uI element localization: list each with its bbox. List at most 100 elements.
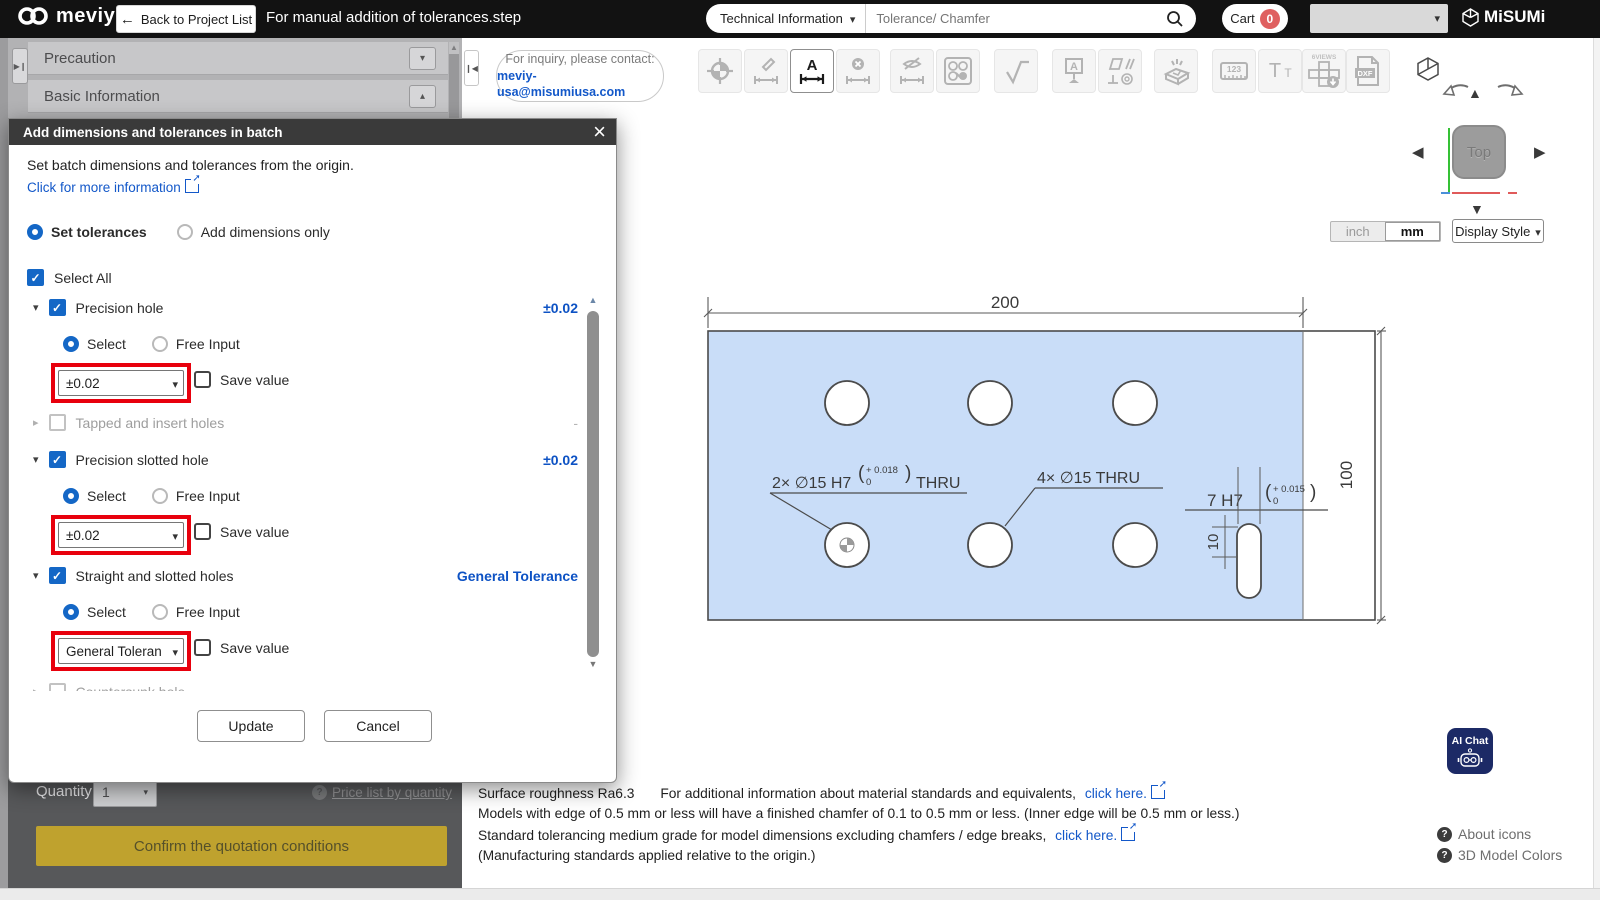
surface-finish-icon-button[interactable] <box>1154 49 1198 93</box>
select-radio[interactable] <box>63 336 79 352</box>
eye-slash-dimension-icon <box>897 56 927 86</box>
scroll-down-arrow[interactable]: ▼ <box>586 659 600 669</box>
ai-chat-button[interactable]: AI Chat <box>1447 728 1493 774</box>
height-dimension-lines[interactable] <box>1377 327 1386 624</box>
about-icons-help[interactable]: ? About icons <box>1437 826 1531 842</box>
material-standards-link[interactable]: click here. <box>1085 786 1147 801</box>
datum-symbol-icon-button[interactable]: A <box>1052 49 1096 93</box>
search-category-dropdown[interactable]: Technical Information <box>706 4 866 33</box>
edit-dimension-icon-button[interactable] <box>744 49 788 93</box>
origin-marker-icon <box>840 538 854 552</box>
vertical-scrollbar[interactable] <box>1593 38 1600 888</box>
scroll-up-arrow[interactable]: ▲ <box>449 42 459 54</box>
hole-top-3[interactable] <box>1113 381 1157 425</box>
delete-dimension-icon-button[interactable] <box>836 49 880 93</box>
inquiry-email-link[interactable]: meviy-usa@misumiusa.com <box>497 68 663 102</box>
precision-slotted-tolerance-select[interactable]: ±0.02 <box>58 522 184 548</box>
sidebar-section-precaution[interactable]: Precaution ▾ <box>28 42 448 75</box>
precision-hole-tolerance-select[interactable]: ±0.02 <box>58 370 184 396</box>
rotate-left-arrow[interactable]: ◀ <box>1412 143 1424 161</box>
width-dimension-text[interactable]: 200 <box>991 293 1019 312</box>
precision-hole-checkbox[interactable] <box>49 299 66 316</box>
six-views-download-icon-button[interactable]: 6VIEWS <box>1302 49 1346 93</box>
scroll-up-arrow[interactable]: ▲ <box>586 295 600 309</box>
slot-hole[interactable] <box>1237 524 1261 598</box>
hole-group-icon-button[interactable] <box>936 49 980 93</box>
dxf-export-icon-button[interactable]: DXF <box>1346 49 1390 93</box>
section-toggle-button[interactable]: ▾ <box>409 47 436 70</box>
save-value-checkbox[interactable] <box>194 371 211 388</box>
chevron-down-icon[interactable]: ▾ <box>33 569 39 582</box>
close-icon[interactable]: × <box>593 121 606 143</box>
hole-bottom-3[interactable] <box>1113 523 1157 567</box>
hole-top-1[interactable] <box>825 381 869 425</box>
sidebar-left-scroll-strip[interactable] <box>0 38 8 888</box>
cart-button[interactable]: Cart 0 <box>1222 4 1288 33</box>
straight-slotted-checkbox[interactable] <box>49 567 66 584</box>
unit-inch-button[interactable]: inch <box>1331 222 1385 241</box>
origin-locator-icon-button[interactable] <box>698 49 742 93</box>
unit-mm-button[interactable]: mm <box>1385 222 1441 241</box>
back-to-project-list-button[interactable]: ← Back to Project List <box>116 5 256 33</box>
chevron-right-icon[interactable]: ▸ <box>33 685 39 691</box>
chevron-right-icon[interactable]: ▸ <box>33 416 39 429</box>
tapped-holes-checkbox[interactable] <box>49 414 66 431</box>
model-colors-help[interactable]: ? 3D Model Colors <box>1437 847 1562 863</box>
select-radio[interactable] <box>63 604 79 620</box>
rotate-right-icon[interactable] <box>1492 83 1528 105</box>
collapse-sidebar-button[interactable]: ❙◀ <box>464 50 479 86</box>
select-all-checkbox[interactable] <box>27 269 44 286</box>
expand-tree-button[interactable]: ▶❙ <box>12 48 28 84</box>
hole-top-2[interactable] <box>968 381 1012 425</box>
hide-dimension-icon-button[interactable] <box>890 49 934 93</box>
save-value-checkbox[interactable] <box>194 523 211 540</box>
account-dropdown[interactable] <box>1310 4 1448 33</box>
slot-height-dimension-text[interactable]: 10 <box>1205 534 1222 551</box>
search-category-label: Technical Information <box>720 11 843 26</box>
tolerancing-grade-link[interactable]: click here. <box>1055 828 1117 843</box>
view-cube-icon[interactable] <box>1415 56 1441 82</box>
text-size-icon-button[interactable]: T T <box>1258 49 1302 93</box>
horizontal-scrollbar[interactable] <box>0 888 1600 900</box>
more-information-link[interactable]: Click for more information <box>27 180 181 195</box>
cad-drawing-canvas[interactable]: 200 100 2× ∅15 H7 ( + 0.018 0 <box>680 270 1400 650</box>
confirm-quotation-button[interactable]: Confirm the quotation conditions <box>36 826 447 866</box>
straight-slotted-tolerance-select[interactable]: General Toleran <box>58 638 184 664</box>
add-dimensions-only-radio[interactable] <box>177 224 193 240</box>
free-input-radio[interactable] <box>152 604 168 620</box>
svg-text:+ 0.015: + 0.015 <box>1273 484 1305 495</box>
free-input-radio[interactable] <box>152 336 168 352</box>
chevron-down-icon[interactable]: ▾ <box>33 301 39 314</box>
meviy-logo[interactable]: meviy <box>16 4 115 28</box>
rotate-right-arrow[interactable]: ▶ <box>1534 143 1546 161</box>
tilt-up-arrow[interactable]: ▲ <box>1468 85 1482 101</box>
svg-text:4× ∅15 THRU: 4× ∅15 THRU <box>1037 470 1140 487</box>
hole-bottom-2[interactable] <box>968 523 1012 567</box>
surface-check-icon-button[interactable] <box>994 49 1038 93</box>
measure-ruler-icon-button[interactable]: 123 <box>1212 49 1256 93</box>
section-toggle-button[interactable]: ▴ <box>409 85 436 108</box>
select-radio[interactable] <box>63 488 79 504</box>
set-tolerances-radio[interactable] <box>27 224 43 240</box>
sidebar-section-basic-info[interactable]: Basic Information ▴ <box>28 80 448 113</box>
tilt-down-arrow[interactable]: ▼ <box>1470 201 1484 217</box>
free-input-radio[interactable] <box>152 488 168 504</box>
geometric-tolerance-icon-button[interactable] <box>1098 49 1142 93</box>
search-icon[interactable] <box>1166 10 1184 28</box>
add-text-dimension-icon-button[interactable]: A <box>790 49 834 93</box>
save-value-checkbox[interactable] <box>194 639 211 656</box>
geometric-tolerance-icon <box>1105 56 1135 86</box>
chevron-down-icon[interactable]: ▾ <box>33 453 39 466</box>
update-button[interactable]: Update <box>197 710 305 742</box>
price-list-link[interactable]: ? Price list by quantity <box>312 785 452 800</box>
view-cube-top-face[interactable]: Top <box>1452 125 1506 179</box>
height-dimension-text[interactable]: 100 <box>1337 461 1356 489</box>
precision-slotted-hole-checkbox[interactable] <box>49 451 66 468</box>
display-style-dropdown[interactable]: Display Style <box>1452 219 1544 243</box>
search-input[interactable] <box>866 11 1166 26</box>
chevron-down-icon <box>172 644 178 659</box>
modal-scrollbar[interactable]: ▲ ▼ <box>586 295 600 691</box>
countersunk-hole-checkbox[interactable] <box>49 683 66 691</box>
scrollbar-thumb[interactable] <box>587 311 599 657</box>
cancel-button[interactable]: Cancel <box>324 710 432 742</box>
